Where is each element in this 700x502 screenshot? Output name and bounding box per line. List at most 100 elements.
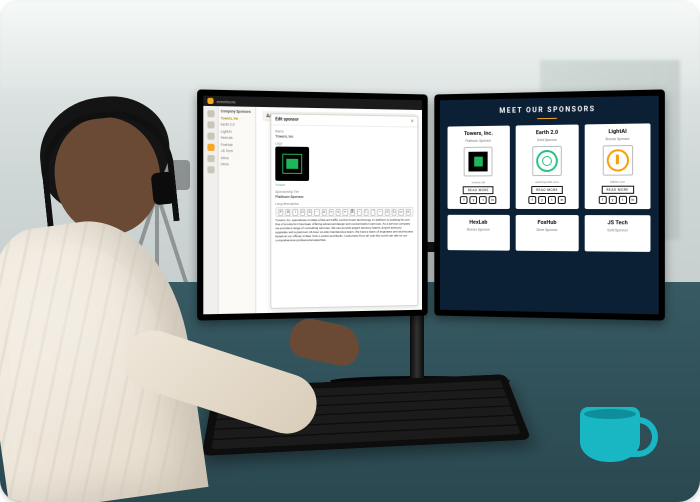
tier-label: Sponsorship Tier xyxy=(275,190,413,194)
agenda-icon[interactable] xyxy=(207,121,214,128)
sponsor-list-heading: Company Sponsors xyxy=(221,109,253,114)
name-field: Name Towers, Inc xyxy=(275,129,413,140)
description-field: Long description PBIUS⋯A≡≡≡≣•1.“—↺↻<>✕ T… xyxy=(275,202,413,243)
sponsor-tier: Silver Sponsor xyxy=(536,228,557,232)
social-icon[interactable]: in xyxy=(558,196,566,204)
sponsor-card[interactable]: JS TechGold Sponsor xyxy=(585,215,650,252)
sponsor-list-item[interactable]: Towers, Inc xyxy=(221,116,253,121)
sponsor-url: lightai.com xyxy=(610,180,625,184)
logo-preview[interactable]: Towers xyxy=(275,147,413,188)
social-row: fytin xyxy=(598,196,636,204)
tier-field: Sponsorship Tier Platinum Sponsor xyxy=(275,190,413,199)
social-icon[interactable]: t xyxy=(619,196,627,204)
toolbar-btn-8[interactable]: ≡ xyxy=(336,208,341,215)
sponsors-icon[interactable] xyxy=(207,144,214,151)
panel-title: Edit sponsor xyxy=(275,117,298,122)
sponsor-card[interactable]: LightAI Bronze Sponsor lightai.com READ MOR… xyxy=(585,123,650,209)
toolbar-btn-3[interactable]: U xyxy=(300,209,305,216)
sponsor-tier: Bronze Sponsor xyxy=(606,137,630,141)
read-more-button[interactable]: READ MORE xyxy=(463,186,494,194)
close-icon[interactable]: × xyxy=(411,119,414,125)
social-icon[interactable]: in xyxy=(629,196,637,204)
sponsor-list-item[interactable]: LightAI xyxy=(221,129,253,134)
monitor-left: eventtools Company Sponsors Towers, Inc … xyxy=(197,89,428,320)
editor-app: eventtools Company Sponsors Towers, Inc … xyxy=(203,96,422,315)
richtext-toolbar: PBIUS⋯A≡≡≡≣•1.“—↺↻<>✕ xyxy=(275,207,413,217)
social-icon[interactable]: y xyxy=(470,196,478,204)
description-label: Long description xyxy=(275,202,413,206)
brand-icon xyxy=(207,98,213,104)
social-row: fytin xyxy=(528,196,565,204)
sponsor-name: LightAI xyxy=(608,129,626,135)
sponsor-name: JS Tech xyxy=(607,220,627,226)
sponsors-page: MEET OUR SPONSORS Towers, Inc.Platinum S… xyxy=(440,96,659,315)
sponsor-tier: Bronze Sponsor xyxy=(467,228,490,232)
toolbar-btn-1[interactable]: B xyxy=(286,209,291,216)
coffee-mug xyxy=(580,407,640,462)
toolbar-btn-12[interactable]: 1. xyxy=(364,208,369,215)
read-more-button[interactable]: READ MORE xyxy=(531,186,563,194)
sponsor-tier: Gold Sponsor xyxy=(537,138,557,142)
sponsors-heading: MEET OUR SPONSORS xyxy=(440,96,659,120)
sponsor-url: towers.net xyxy=(472,180,486,184)
settings-icon[interactable] xyxy=(207,166,214,173)
toolbar-btn-5[interactable]: ⋯ xyxy=(314,208,319,215)
toolbar-btn-13[interactable]: “ xyxy=(371,208,376,215)
sponsors-grid: Towers, Inc.Platinum Sponsortowers.netRE… xyxy=(440,123,659,314)
toolbar-btn-6[interactable]: A xyxy=(321,208,326,215)
toolbar-btn-9[interactable]: ≡ xyxy=(343,208,348,215)
toolbar-btn-2[interactable]: I xyxy=(293,209,298,216)
sponsor-list-item[interactable]: Atica xyxy=(221,156,253,160)
social-icon[interactable]: t xyxy=(548,196,556,204)
description-text[interactable]: Towers, Inc. specializes in state-of-the… xyxy=(275,218,413,243)
sponsor-name: HexLab xyxy=(469,220,487,226)
read-more-button[interactable]: READ MORE xyxy=(601,186,633,194)
toolbar-btn-10[interactable]: ≣ xyxy=(350,208,355,215)
sponsor-list-item[interactable]: Earth 2.0 xyxy=(221,123,253,128)
toolbar-btn-4[interactable]: S xyxy=(307,209,312,216)
monitor-right: MEET OUR SPONSORS Towers, Inc.Platinum S… xyxy=(434,89,665,320)
name-value[interactable]: Towers, Inc xyxy=(275,134,413,140)
toolbar-btn-14[interactable]: — xyxy=(378,208,383,215)
sponsor-tier: Platinum Sponsor xyxy=(466,139,492,143)
sponsor-logo xyxy=(602,145,632,176)
toolbar-btn-11[interactable]: • xyxy=(357,208,362,215)
sponsor-logo xyxy=(532,146,562,176)
brand-name: eventtools xyxy=(217,98,236,103)
logo-caption: Towers xyxy=(275,183,413,188)
toolbar-btn-7[interactable]: ≡ xyxy=(329,208,334,215)
sponsor-list: Company Sponsors Towers, Inc Earth 2.0 L… xyxy=(219,106,257,314)
social-icon[interactable]: in xyxy=(489,196,497,204)
social-icon[interactable]: y xyxy=(538,196,546,204)
toolbar-btn-15[interactable]: ↺ xyxy=(385,208,390,215)
workspace-photo: eventtools Company Sponsors Towers, Inc … xyxy=(0,0,700,502)
toolbar-btn-0[interactable]: P xyxy=(278,209,283,216)
toolbar-btn-16[interactable]: ↻ xyxy=(392,208,397,215)
toolbar-btn-18[interactable]: ✕ xyxy=(406,208,411,215)
content-area: AAE 2020 Annual Con… Edit sponsor × Name… xyxy=(256,107,422,313)
social-icon[interactable]: f xyxy=(528,196,536,204)
sponsor-card[interactable]: HexLab Bronze Sponsor xyxy=(448,215,510,251)
toolbar-btn-17[interactable]: <> xyxy=(398,208,403,215)
sponsor-list-item[interactable]: FoxHub xyxy=(221,142,253,146)
sponsor-name: FoxHub xyxy=(538,220,557,226)
sponsor-card[interactable]: Towers, Inc.Platinum Sponsortowers.netRE… xyxy=(448,126,510,209)
sponsor-card[interactable]: FoxHub Silver Sponsor xyxy=(515,215,579,251)
sponsor-card[interactable]: Earth 2.0Gold Sponsorearth2point0.comREA… xyxy=(515,124,579,209)
speakers-icon[interactable] xyxy=(207,132,214,139)
social-icon[interactable]: y xyxy=(608,196,616,204)
social-icon[interactable]: f xyxy=(598,196,606,204)
home-icon[interactable] xyxy=(207,110,214,117)
heading-divider xyxy=(537,118,557,119)
social-icon[interactable]: t xyxy=(479,196,487,204)
sponsor-url: earth2point0.com xyxy=(535,180,558,184)
nav-rail xyxy=(203,106,218,314)
edit-sponsor-panel: Edit sponsor × Name Towers, Inc Logo xyxy=(270,113,418,309)
sponsor-list-item[interactable]: Hexa xyxy=(221,162,253,166)
sponsor-list-item[interactable]: HexLab xyxy=(221,136,253,140)
sponsor-logo xyxy=(464,147,493,177)
tier-value[interactable]: Platinum Sponsor xyxy=(275,195,413,199)
attendees-icon[interactable] xyxy=(207,155,214,162)
sponsor-list-item[interactable]: JS Tech xyxy=(221,149,253,153)
social-icon[interactable]: f xyxy=(460,196,468,204)
